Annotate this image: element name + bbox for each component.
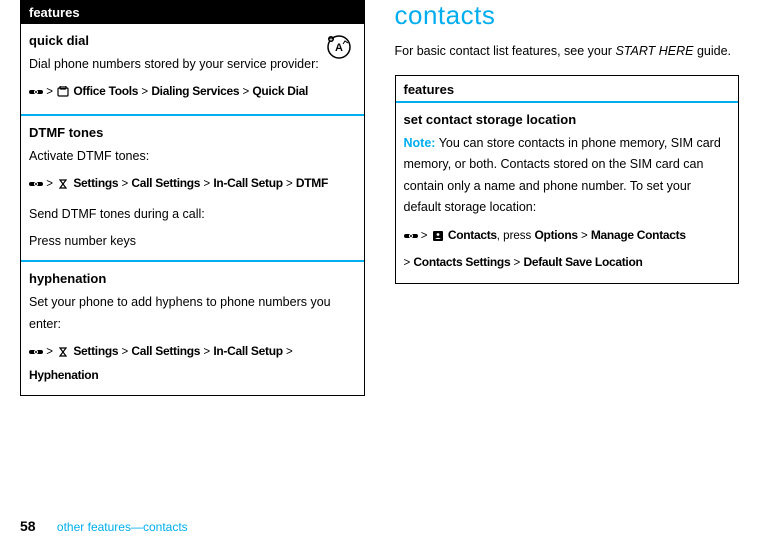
nav-path: > Settings > Call Settings > In-Call Set… [29,341,356,387]
contacts-icon [431,229,445,251]
row-body-2: Send DTMF tones during a call: [29,204,356,225]
row-body: Dial phone numbers stored by your servic… [29,57,319,71]
footer-text: other features—contacts [57,520,188,534]
row-title: quick dial [29,30,356,52]
accessibility-icon: A + [326,34,352,67]
nav-path: > Office Tools > Dialing Services > Quic… [29,81,356,106]
row-title: set contact storage location [404,109,731,131]
office-tools-icon [56,86,70,106]
center-key-icon [29,346,43,366]
note-body: You can store contacts in phone memory, … [404,136,721,214]
feature-row-hyphenation: hyphenation Set your phone to add hyphen… [21,262,364,395]
note-label: Note: [404,136,436,150]
center-key-icon [29,86,43,106]
feature-row-quick-dial: A + quick dial Dial phone numbers stored… [21,24,364,116]
intro-text: For basic contact list features, see you… [395,41,740,61]
svg-text:+: + [329,38,333,44]
settings-icon [56,178,70,198]
feature-row-storage: set contact storage location Note: You c… [396,103,739,283]
page-number: 58 [20,518,36,534]
features-box-right: features set contact storage location No… [395,75,740,284]
right-column: contacts For basic contact list features… [395,0,740,396]
row-body: Set your phone to add hyphens to phone n… [29,295,331,330]
center-key-icon [29,178,43,198]
features-box-left: features A + quick dial Dial phone numbe… [20,0,365,396]
row-title: hyphenation [29,268,356,290]
features-header-right: features [396,76,739,103]
row-body: Activate DTMF tones: [29,149,149,163]
nav-path: > Settings > Call Settings > In-Call Set… [29,173,356,198]
features-header-left: features [21,1,364,24]
section-title-contacts: contacts [395,0,740,31]
center-key-icon [404,229,418,251]
left-column: features A + quick dial Dial phone numbe… [20,0,365,396]
row-title: DTMF tones [29,122,356,144]
svg-text:A: A [335,42,343,54]
nav-path: > Contacts, press Options > Manage Conta… [404,224,731,275]
page-footer: 58 other features—contacts [20,518,188,534]
row-body-3: Press number keys [29,231,356,252]
feature-row-dtmf: DTMF tones Activate DTMF tones: > Settin… [21,116,364,262]
settings-icon [56,346,70,366]
